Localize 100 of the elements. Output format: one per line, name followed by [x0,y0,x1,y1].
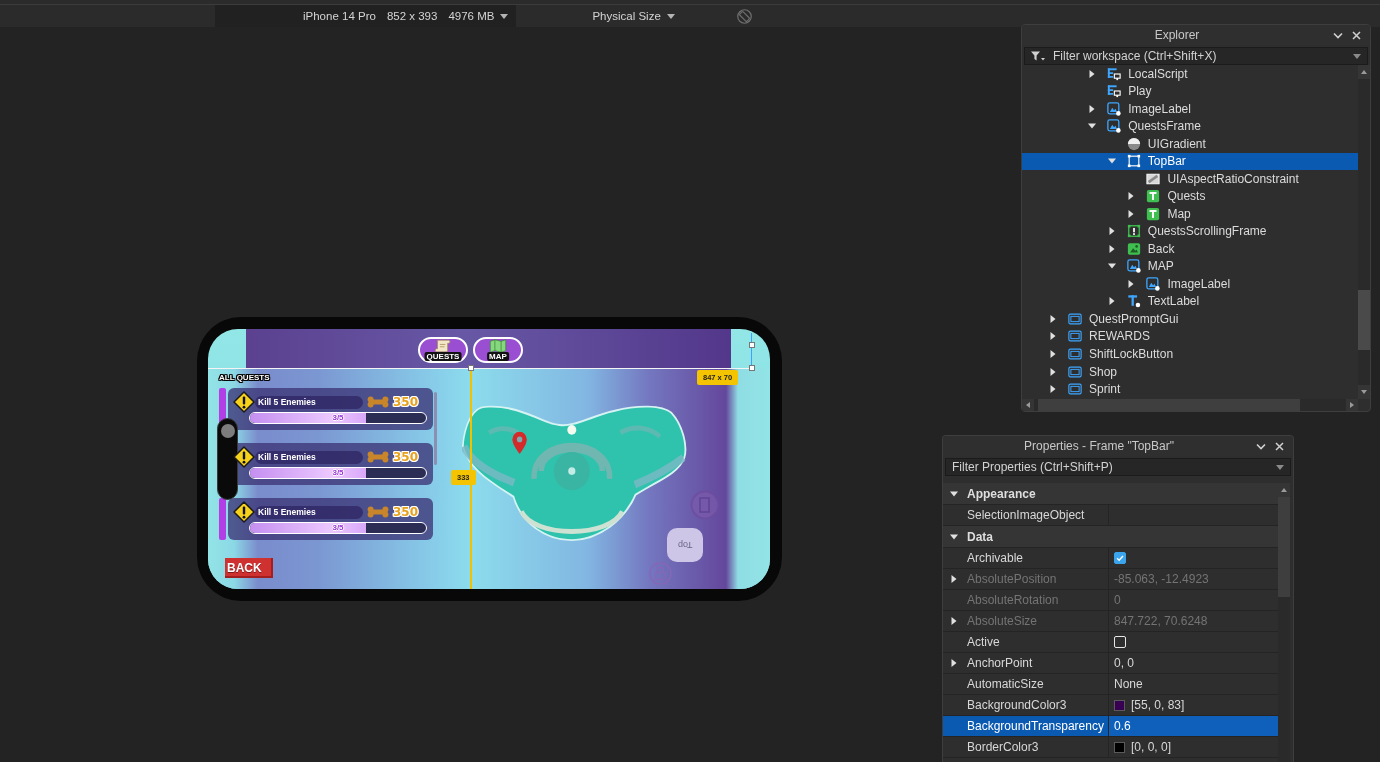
caret-icon [666,13,675,19]
tree-item[interactable]: UIAspectRatioConstraint [1022,170,1358,188]
close-icon[interactable] [1352,30,1361,40]
scroll-handle[interactable] [217,418,238,500]
map-icon [488,339,508,353]
section-header[interactable]: Appearance [943,483,1278,505]
scroll-down-icon[interactable] [1358,385,1370,399]
tree-item[interactable]: TopBar [1022,152,1358,171]
filter-field[interactable]: Filter Properties (Ctrl+Shift+P) [945,458,1291,476]
window-icon [1068,329,1082,344]
panel-title: Properties - Frame "TopBar" [1024,439,1174,453]
map-pin-icon [512,431,527,454]
aspect-ratio-icon [1146,171,1161,186]
scale-dropdown[interactable]: Physical Size [592,8,675,24]
caret-icon[interactable] [1276,464,1284,470]
reward-amount: 350 [393,395,419,409]
tree-item[interactable]: Sprint [1022,380,1358,398]
scroll-left-icon[interactable] [1022,399,1034,411]
resize-handle[interactable] [468,365,474,371]
tree-item[interactable]: MAP [1022,257,1358,276]
tree-item[interactable]: Play [1022,82,1358,101]
tree-item[interactable]: QuestPromptGui [1022,310,1358,328]
section-header[interactable]: Data [943,526,1278,548]
text-button-icon [1146,189,1161,204]
memory-dropdown[interactable]: 4976 MB [448,8,509,24]
scrollbar-thumb[interactable] [1358,290,1370,350]
property-name: SelectionImageObject [967,508,1085,522]
scrollbar-thumb[interactable] [1038,399,1300,411]
tree-item[interactable]: REWARDS [1022,327,1358,346]
window-icon [1068,311,1082,326]
tree-item[interactable]: TextLabel [1022,292,1358,311]
scrollbar-thumb[interactable] [1278,497,1290,597]
property-value-field[interactable]: 0.6 [1114,719,1131,733]
resize-handle[interactable] [749,365,755,371]
filter-input[interactable]: Filter Properties (Ctrl+Shift+P) [952,459,1268,475]
tree-item[interactable]: QuestsFrame [1022,117,1358,136]
tree-item[interactable]: Quests [1022,187,1358,206]
tree-item[interactable]: UIGradient [1022,135,1358,153]
color-swatch-icon[interactable] [1114,741,1125,753]
rotate-icon[interactable] [736,8,752,24]
tree-item[interactable]: QuestsScrollingFrame [1022,222,1358,241]
warning-icon [233,391,255,413]
tree-item[interactable]: ShiftLockButton [1022,345,1358,363]
warning-icon [233,446,255,468]
window-icon [1068,347,1082,361]
panel-title: Explorer [1154,28,1200,42]
window-icon [1068,364,1082,379]
scroll-up-icon[interactable] [1278,483,1290,497]
property-value-field[interactable]: None [1114,677,1143,691]
view-cube[interactable]: Top [667,528,703,562]
property-value-field[interactable]: [55, 0, 83] [1131,698,1185,712]
tree-item[interactable]: ImageLabel [1022,275,1358,293]
color-swatch-icon[interactable] [1114,699,1125,711]
progress-text: 3/5 [332,523,344,532]
back-button[interactable]: BACK [225,558,273,578]
filter-field[interactable]: Filter workspace (Ctrl+Shift+X) [1024,47,1368,65]
property-value-field[interactable]: 0, 0 [1114,656,1134,670]
knob-icon [220,424,235,438]
property-value-field[interactable]: [0, 0, 0] [1131,740,1172,754]
tree-item[interactable]: LocalScript [1022,65,1358,83]
close-icon[interactable] [1275,441,1284,451]
filter-icon[interactable] [1031,51,1045,61]
checkbox[interactable] [1114,552,1126,564]
filter-input[interactable]: Filter workspace (Ctrl+Shift+X) [1053,48,1345,64]
quest-title: Kill 5 Enemies [255,450,363,464]
property-name: Archivable [967,551,1024,565]
expand-arrow-icon[interactable] [949,658,959,668]
property-name: Active [967,635,1000,649]
expand-arrow-icon[interactable] [1048,384,1058,395]
scroll-right-icon[interactable] [1346,399,1358,411]
tree-item[interactable]: ImageLabel [1022,100,1358,118]
property-name: AbsoluteRotation [967,593,1059,607]
expand-arrow-icon[interactable] [1048,331,1058,342]
menu-button[interactable]: MAP [473,337,523,363]
gradient-icon [1126,136,1141,151]
expand-arrow-icon[interactable] [1048,313,1058,324]
menu-button[interactable]: QUESTS [418,337,468,363]
quest-title: Kill 5 Enemies [255,505,363,519]
property-name: AutomaticSize [967,677,1044,691]
reward-amount: 350 [393,505,419,519]
device-name: iPhone 14 Pro [303,10,376,22]
expand-arrow-icon[interactable] [1048,349,1058,359]
tree-item[interactable]: Back [1022,240,1358,258]
tree-item[interactable]: Shop [1022,362,1358,381]
chevron-icon[interactable] [1333,31,1343,39]
tree-item[interactable]: Map [1022,205,1358,223]
resize-handle[interactable] [749,342,755,348]
caret-icon[interactable] [1353,53,1361,59]
bone-icon [367,506,389,518]
scrollbar-thumb[interactable] [434,392,437,465]
scroll-up-icon[interactable] [1358,65,1370,79]
frame-icon [1126,154,1141,169]
expand-arrow-icon[interactable] [1048,366,1058,377]
image-icon [1126,259,1141,274]
progress-text: 3/5 [332,468,344,477]
resolution-label: 852 x 393 [386,10,438,22]
chevron-icon[interactable] [1256,442,1266,450]
progress-text: 3/5 [332,413,344,422]
image-button-icon [1126,241,1141,256]
script-icon [1107,84,1122,99]
